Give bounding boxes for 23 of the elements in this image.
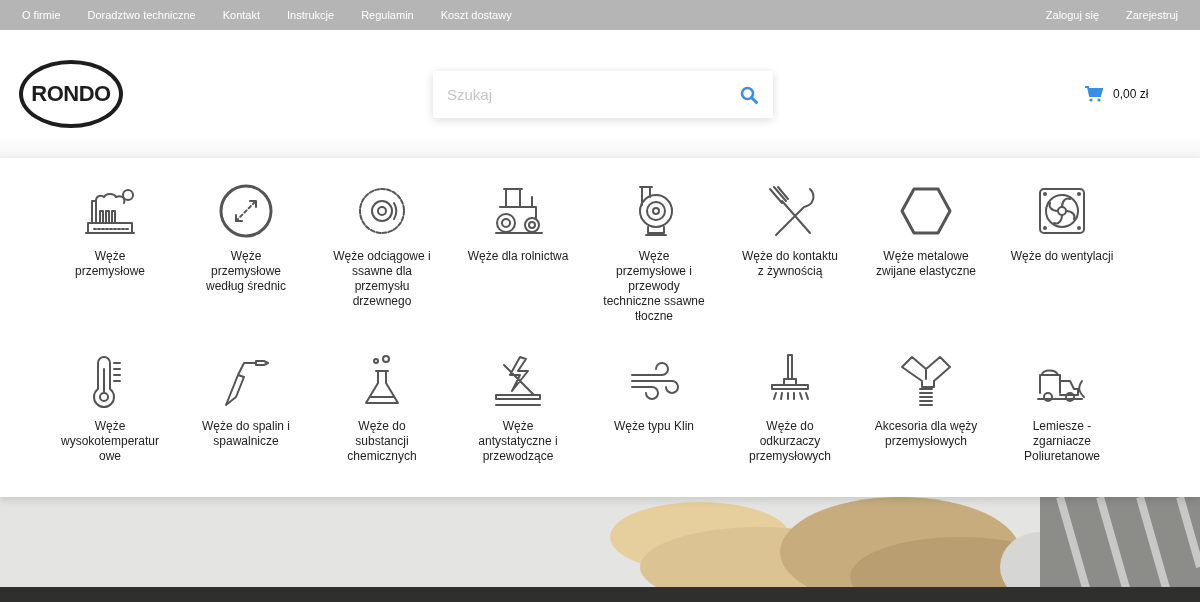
search-field[interactable]: Szukaj bbox=[433, 70, 773, 118]
cart-total[interactable]: 0,00 zł bbox=[1113, 87, 1149, 101]
category-link[interactable]: Węże metalowe zwijane elastyczne bbox=[874, 249, 978, 279]
category-link[interactable]: Węże przemysłowe bbox=[58, 249, 162, 279]
category-link[interactable]: Akcesoria dla węży przemysłowych bbox=[874, 419, 978, 449]
logo[interactable]: RONDO bbox=[19, 60, 123, 128]
category-link[interactable]: Węże do kontaktu z żywnością bbox=[738, 249, 842, 279]
category-link[interactable]: Węże przemysłowe według średnic bbox=[194, 249, 298, 294]
search-icon[interactable] bbox=[740, 85, 758, 104]
diameter-icon bbox=[218, 183, 274, 239]
category-link[interactable]: Węże do substancji chemicznych bbox=[330, 419, 434, 464]
category-link[interactable]: Węże odciągowe i ssawne dla przemysłu drzewnego bbox=[330, 249, 434, 309]
category-link[interactable]: Węże typu Klin bbox=[602, 419, 706, 434]
y-connector-icon bbox=[898, 353, 954, 409]
category-link[interactable]: Węże przemysłowe i przewody techniczne ssawne tłoczne bbox=[602, 249, 706, 324]
category-link[interactable]: Węże wysokotemperaturowe bbox=[58, 419, 162, 464]
category-link[interactable]: Lemiesze - zgarniacze Poliuretanowe bbox=[1010, 419, 1114, 464]
category-link[interactable]: Węże do odkurzaczy przemysłowych bbox=[738, 419, 842, 464]
category-link[interactable]: Węże antystatyczne i przewodzące bbox=[466, 419, 570, 464]
category-link[interactable]: Węże do wentylacji bbox=[1010, 249, 1114, 264]
category-link[interactable]: Węże do spalin i spawalnicze bbox=[194, 419, 298, 449]
cart-icon[interactable] bbox=[1085, 86, 1103, 102]
category-link[interactable]: Węże dla rolnictwa bbox=[466, 249, 570, 264]
